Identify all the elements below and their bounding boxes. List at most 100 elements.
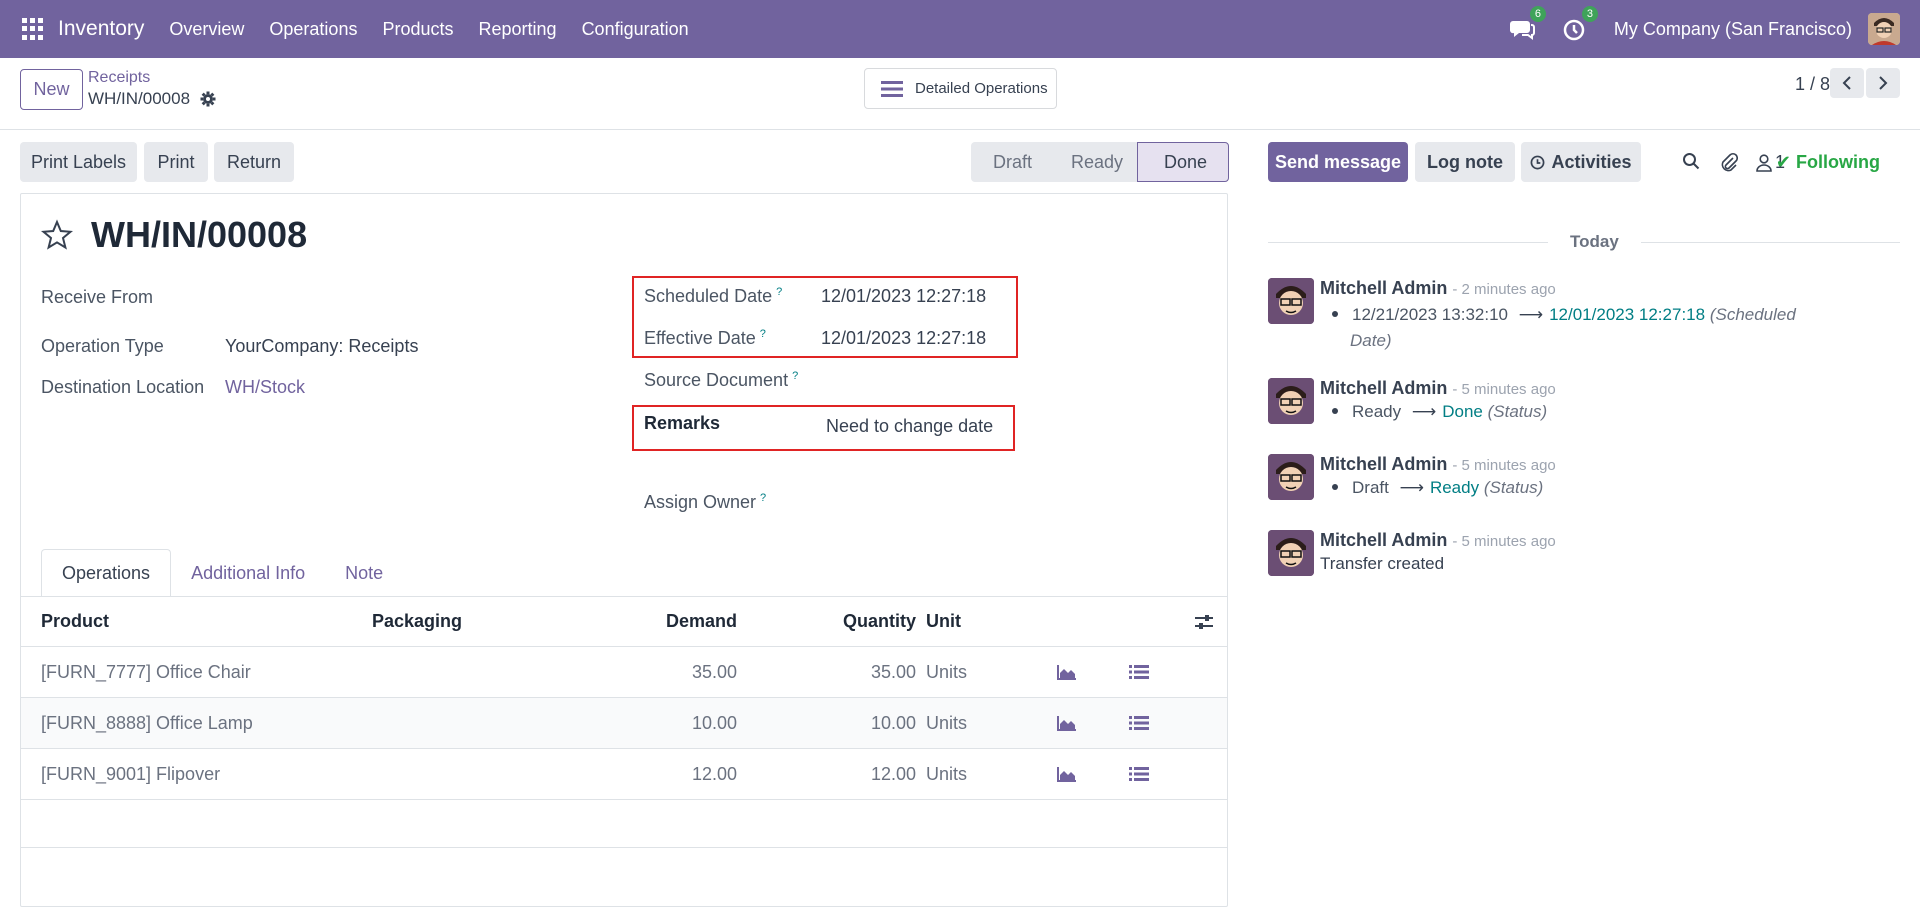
status-done[interactable]: Done: [1137, 142, 1229, 182]
author-avatar[interactable]: [1268, 530, 1314, 576]
notebook-tabs: Operations Additional Info Note: [41, 549, 403, 597]
chevron-right-icon: [1879, 76, 1888, 90]
star-icon[interactable]: [41, 219, 73, 251]
message-time: - 5 minutes ago: [1452, 533, 1556, 550]
tab-additional-info[interactable]: Additional Info: [171, 549, 325, 597]
bullet-icon: [1332, 311, 1338, 317]
user-avatar[interactable]: [1868, 13, 1900, 45]
destination-location-label: Destination Location: [41, 377, 205, 397]
details-button[interactable]: [1129, 698, 1149, 748]
list-details-icon: [1129, 716, 1149, 730]
row-quantity[interactable]: 12.00: [741, 749, 916, 799]
status-draft[interactable]: Draft: [971, 142, 1051, 182]
column-quantity[interactable]: Quantity: [741, 597, 916, 646]
row-demand[interactable]: 35.00: [561, 647, 737, 697]
column-product[interactable]: Product: [41, 597, 109, 646]
help-icon[interactable]: ?: [776, 286, 782, 298]
help-icon[interactable]: ?: [792, 370, 798, 382]
row-quantity[interactable]: 35.00: [741, 647, 916, 697]
messaging-button[interactable]: 6: [1509, 6, 1546, 42]
paperclip-icon: [1721, 152, 1739, 172]
details-button[interactable]: [1129, 749, 1149, 799]
operation-type-field[interactable]: YourCompany: Receipts: [225, 336, 418, 357]
table-row[interactable]: [FURN_7777] Office Chair 35.00 35.00 Uni…: [21, 647, 1227, 698]
navbar-systray: 6 3 My Company (San Francisco): [1509, 0, 1920, 58]
menu-configuration[interactable]: Configuration: [582, 19, 689, 40]
tracking-new-value: 12/01/2023 12:27:18: [1549, 305, 1706, 324]
scheduled-date-field[interactable]: 12/01/2023 12:27:18: [821, 286, 986, 307]
table-row[interactable]: [FURN_8888] Office Lamp 10.00 10.00 Unit…: [21, 698, 1227, 749]
author-avatar[interactable]: [1268, 454, 1314, 500]
message-time: - 5 minutes ago: [1452, 457, 1556, 474]
row-demand[interactable]: 12.00: [561, 749, 737, 799]
chevron-left-icon: [1842, 76, 1851, 90]
following-button[interactable]: ✔ Following: [1776, 152, 1880, 173]
send-message-button[interactable]: Send message: [1268, 142, 1408, 182]
print-labels-button[interactable]: Print Labels: [20, 142, 137, 182]
row-product[interactable]: [FURN_9001] Flipover: [41, 749, 220, 799]
tracking-field-name: (Scheduled: [1709, 305, 1796, 324]
tracking-old-value: Ready: [1352, 402, 1402, 421]
destination-location-field[interactable]: WH/Stock: [225, 377, 305, 398]
help-icon[interactable]: ?: [760, 328, 766, 340]
activities-button[interactable]: 3: [1562, 6, 1598, 42]
author-avatar[interactable]: [1268, 278, 1314, 324]
new-button[interactable]: New: [20, 69, 83, 110]
column-demand[interactable]: Demand: [561, 597, 737, 646]
message-tracking: Draft ⟶ Ready (Status): [1320, 478, 1543, 498]
search-icon: [1683, 153, 1700, 170]
attachments-button[interactable]: [1720, 152, 1739, 177]
effective-date-label-text: Effective Date: [644, 328, 756, 348]
search-messages-button[interactable]: [1682, 152, 1700, 175]
details-button[interactable]: [1129, 647, 1149, 697]
message-author: Mitchell Admin - 5 minutes ago: [1320, 530, 1556, 551]
message-author-name[interactable]: Mitchell Admin: [1320, 454, 1447, 474]
source-document-label: Source Document?: [644, 370, 798, 391]
row-product[interactable]: [FURN_8888] Office Lamp: [41, 698, 253, 748]
forecast-button[interactable]: [1057, 698, 1077, 748]
effective-date-label: Effective Date?: [644, 328, 766, 349]
table-row[interactable]: [FURN_9001] Flipover 12.00 12.00 Units: [21, 749, 1227, 800]
message-time: - 2 minutes ago: [1452, 281, 1556, 298]
pager-value[interactable]: 1 / 8: [1795, 74, 1830, 95]
menu-operations[interactable]: Operations: [269, 19, 357, 40]
detailed-operations-button[interactable]: Detailed Operations: [864, 68, 1057, 109]
forecast-button[interactable]: [1057, 749, 1077, 799]
column-unit[interactable]: Unit: [926, 597, 961, 646]
log-note-button[interactable]: Log note: [1415, 142, 1515, 182]
effective-date-field[interactable]: 12/01/2023 12:27:18: [821, 328, 986, 349]
help-icon[interactable]: ?: [760, 492, 766, 504]
tab-operations[interactable]: Operations: [41, 549, 172, 597]
apps-menu-icon[interactable]: [22, 18, 44, 40]
row-product[interactable]: [FURN_7777] Office Chair: [41, 647, 251, 697]
row-demand[interactable]: 10.00: [561, 698, 737, 748]
gear-icon[interactable]: [200, 91, 216, 107]
message-author-name[interactable]: Mitchell Admin: [1320, 378, 1447, 398]
column-packaging[interactable]: Packaging: [372, 597, 462, 646]
receive-from-label: Receive From: [41, 287, 154, 307]
tab-note[interactable]: Note: [325, 549, 403, 597]
remarks-field[interactable]: Need to change date: [826, 416, 993, 437]
pager-next-button[interactable]: [1866, 68, 1900, 98]
activities-button-chatter[interactable]: Activities: [1521, 142, 1641, 182]
tracking-old-value: Draft: [1352, 478, 1389, 497]
menu-overview[interactable]: Overview: [169, 19, 244, 40]
print-button[interactable]: Print: [144, 142, 208, 182]
return-button[interactable]: Return: [214, 142, 294, 182]
author-avatar[interactable]: [1268, 378, 1314, 424]
row-quantity[interactable]: 10.00: [741, 698, 916, 748]
message-time: - 5 minutes ago: [1452, 381, 1556, 398]
breadcrumb-receipts[interactable]: Receipts: [88, 69, 150, 87]
message-author-name[interactable]: Mitchell Admin: [1320, 278, 1447, 298]
table-header: Product Packaging Demand Quantity Unit: [21, 597, 1227, 647]
message-author-name[interactable]: Mitchell Admin: [1320, 530, 1447, 550]
status-ready[interactable]: Ready: [1051, 142, 1137, 182]
menu-products[interactable]: Products: [382, 19, 453, 40]
optional-columns-toggle[interactable]: [1194, 597, 1214, 646]
forecast-button[interactable]: [1057, 647, 1077, 697]
company-switcher[interactable]: My Company (San Francisco): [1614, 19, 1852, 40]
breadcrumb-current-label: WH/IN/00008: [88, 89, 191, 108]
menu-reporting[interactable]: Reporting: [479, 19, 557, 40]
pager-previous-button[interactable]: [1830, 68, 1864, 98]
app-name[interactable]: Inventory: [58, 17, 144, 41]
